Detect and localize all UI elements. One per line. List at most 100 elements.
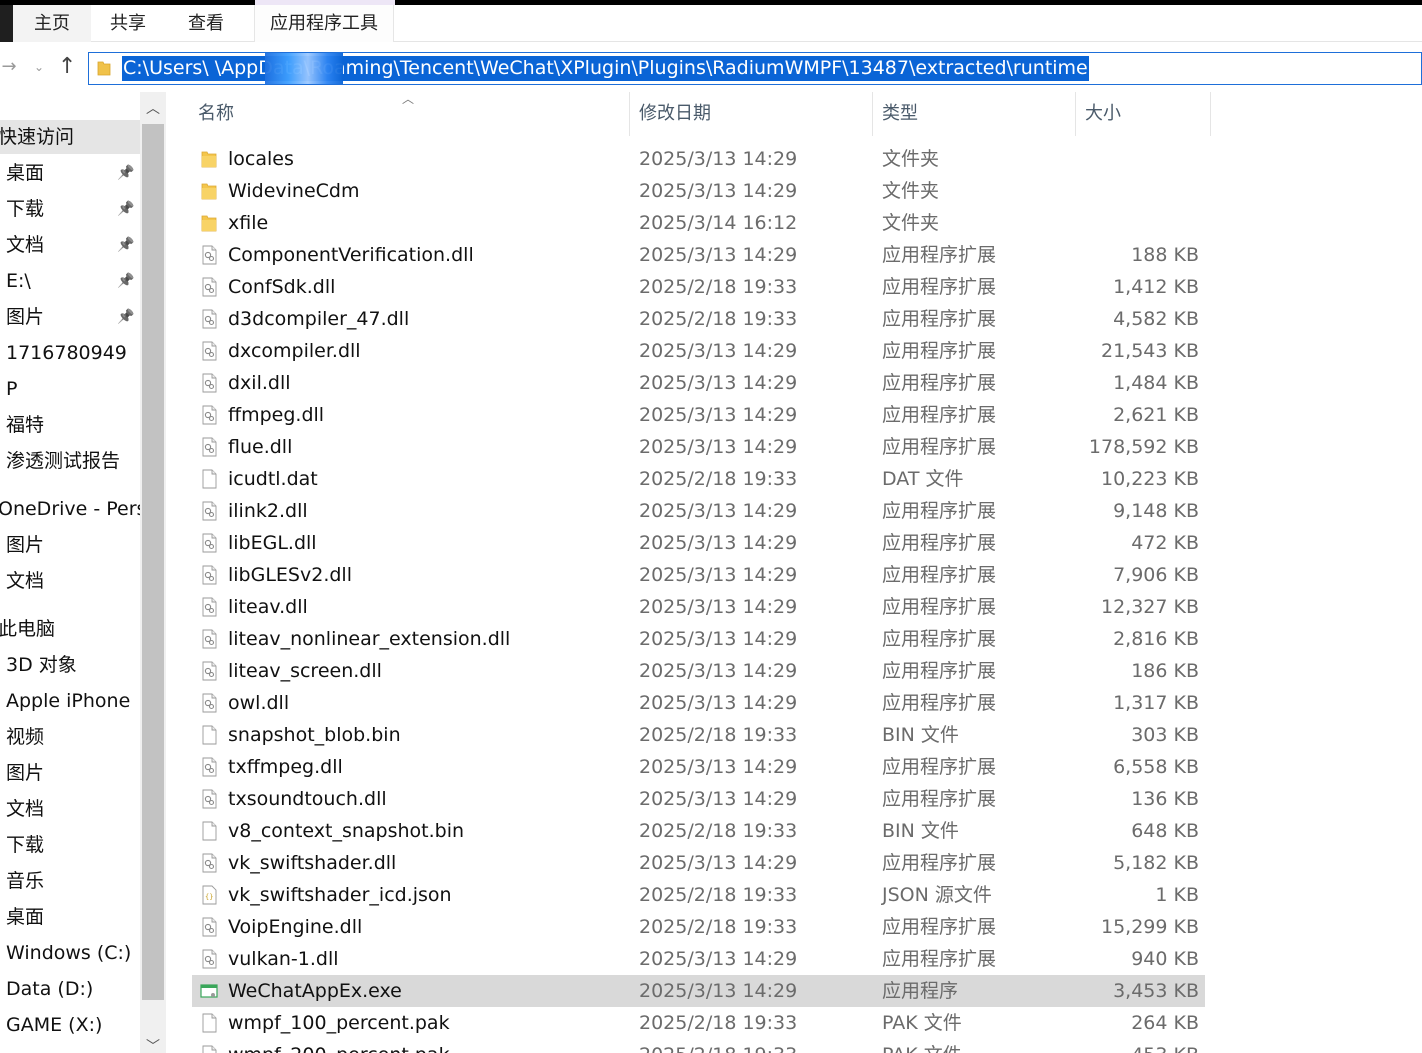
sidebar-item-label: 3D 对象 bbox=[6, 654, 77, 676]
file-row[interactable]: txffmpeg.dll 2025/3/13 14:29 应用程序扩展 6,558 K… bbox=[192, 751, 1205, 783]
sidebar-item[interactable]: Windows (C:) bbox=[0, 936, 140, 970]
column-header-type[interactable]: 类型 bbox=[882, 92, 918, 136]
pin-icon[interactable]: 📌 bbox=[117, 201, 134, 217]
sidebar-item[interactable]: Data (D:) bbox=[0, 972, 140, 1006]
file-list: ︿ 名称 修改日期 类型 大小 locales 2025/3/13 14:29 文件… bbox=[170, 92, 1422, 1053]
sidebar-item[interactable]: 渗透测试报告 bbox=[0, 444, 140, 478]
file-name: owl.dll bbox=[228, 692, 290, 714]
forward-arrow-icon[interactable]: → bbox=[0, 56, 18, 78]
file-row[interactable]: liteav_nonlinear_extension.dll 2025/3/13 … bbox=[192, 623, 1205, 655]
file-row[interactable]: ConfSdk.dll 2025/2/18 19:33 应用程序扩展 1,412 KB bbox=[192, 271, 1205, 303]
column-divider[interactable] bbox=[629, 92, 630, 136]
sidebar-item[interactable]: 下载 bbox=[0, 828, 140, 862]
column-divider[interactable] bbox=[1210, 92, 1211, 136]
file-row[interactable]: v8_context_snapshot.bin 2025/2/18 19:33 BI… bbox=[192, 815, 1205, 847]
sidebar-item-label: 图片 bbox=[6, 534, 45, 556]
sidebar-item[interactable]: 图片 bbox=[0, 756, 140, 790]
file-row[interactable]: ilink2.dll 2025/3/13 14:29 应用程序扩展 9,148 KB bbox=[192, 495, 1205, 527]
pin-icon[interactable]: 📌 bbox=[117, 165, 134, 181]
sidebar-item[interactable]: 下载 📌 bbox=[0, 192, 140, 226]
pin-icon[interactable]: 📌 bbox=[117, 309, 134, 325]
file-row[interactable]: libGLESv2.dll 2025/3/13 14:29 应用程序扩展 7,906 … bbox=[192, 559, 1205, 591]
file-row[interactable]: ComponentVerification.dll 2025/3/13 14:29… bbox=[192, 239, 1205, 271]
column-divider[interactable] bbox=[872, 92, 873, 136]
dll-icon bbox=[200, 757, 218, 777]
dll-icon bbox=[200, 533, 218, 553]
recent-locations-chevron-icon[interactable]: ⌄ bbox=[30, 56, 48, 78]
sidebar-item[interactable]: 图片 📌 bbox=[0, 300, 140, 334]
sidebar-item[interactable]: E:\ 📌 bbox=[0, 264, 140, 298]
sidebar-item[interactable]: 文档 bbox=[0, 792, 140, 826]
sidebar-item[interactable]: 快速访问 bbox=[0, 120, 140, 154]
scroll-down-arrow-icon[interactable]: ﹀ bbox=[140, 1032, 166, 1053]
column-divider[interactable] bbox=[1075, 92, 1076, 136]
file-row[interactable]: locales 2025/3/13 14:29 文件夹 bbox=[192, 143, 1205, 175]
file-tab-edge[interactable] bbox=[0, 5, 13, 42]
file-row[interactable]: wmpf_200_percent.pak 2025/2/18 19:33 PAK 文… bbox=[192, 1039, 1205, 1053]
file-size: 3,453 KB bbox=[1113, 980, 1199, 1002]
navigation-scrollbar-thumb[interactable] bbox=[142, 124, 164, 1000]
file-date: 2025/3/13 14:29 bbox=[639, 436, 798, 458]
scroll-up-arrow-icon[interactable]: ︿ bbox=[140, 94, 166, 124]
file-row[interactable]: d3dcompiler_47.dll 2025/2/18 19:33 应用程序扩展 4… bbox=[192, 303, 1205, 335]
file-row[interactable]: dxil.dll 2025/3/13 14:29 应用程序扩展 1,484 KB bbox=[192, 367, 1205, 399]
file-row[interactable]: vk_swiftshader.dll 2025/3/13 14:29 应用程序扩展 5… bbox=[192, 847, 1205, 879]
file-row[interactable]: VoipEngine.dll 2025/2/18 19:33 应用程序扩展 15,29… bbox=[192, 911, 1205, 943]
sidebar-item[interactable]: 文档 📌 bbox=[0, 228, 140, 262]
file-row[interactable]: {} vk_swiftshader_icd.json 2025/2/18 19:33… bbox=[192, 879, 1205, 911]
sidebar-item[interactable]: 图片 bbox=[0, 528, 140, 562]
file-row[interactable]: vulkan-1.dll 2025/3/13 14:29 应用程序扩展 940 KB bbox=[192, 943, 1205, 975]
file-name: icudtl.dat bbox=[228, 468, 318, 490]
sidebar-item[interactable]: P bbox=[0, 372, 140, 406]
file-type: PAK 文件 bbox=[882, 1012, 962, 1034]
sidebar-item[interactable]: 1716780949 bbox=[0, 336, 140, 370]
sidebar-item-label: 渗透测试报告 bbox=[6, 450, 121, 472]
sidebar-item[interactable]: OneDrive - Perso bbox=[0, 492, 140, 526]
file-row[interactable]: WeChatAppEx.exe 2025/3/13 14:29 应用程序 3,453 … bbox=[192, 975, 1205, 1007]
file-row[interactable]: snapshot_blob.bin 2025/2/18 19:33 BIN 文件 30… bbox=[192, 719, 1205, 751]
file-row[interactable]: flue.dll 2025/3/13 14:29 应用程序扩展 178,592 KB bbox=[192, 431, 1205, 463]
sidebar-item[interactable]: 福特 bbox=[0, 408, 140, 442]
file-row[interactable]: wmpf_100_percent.pak 2025/2/18 19:33 PAK 文… bbox=[192, 1007, 1205, 1039]
svg-text:{}: {} bbox=[205, 893, 213, 901]
sidebar-item-label: Apple iPhone bbox=[6, 690, 131, 712]
file-row[interactable]: txsoundtouch.dll 2025/3/13 14:29 应用程序扩展 136… bbox=[192, 783, 1205, 815]
file-row[interactable]: dxcompiler.dll 2025/3/13 14:29 应用程序扩展 21,54… bbox=[192, 335, 1205, 367]
address-bar[interactable]: C:\Users\ \AppData\Roaming\Tencent\WeCha… bbox=[88, 52, 1422, 85]
dll-icon bbox=[200, 597, 218, 617]
file-row[interactable]: ffmpeg.dll 2025/3/13 14:29 应用程序扩展 2,621 KB bbox=[192, 399, 1205, 431]
tab-share[interactable]: 共享 bbox=[96, 5, 160, 42]
tab-home[interactable]: 主页 bbox=[13, 5, 91, 42]
file-row[interactable]: xfile 2025/3/14 16:12 文件夹 bbox=[192, 207, 1205, 239]
sidebar-item[interactable]: GAME (X:) bbox=[0, 1008, 140, 1042]
file-name: txsoundtouch.dll bbox=[228, 788, 387, 810]
sidebar-item[interactable]: 视频 bbox=[0, 720, 140, 754]
file-row[interactable]: owl.dll 2025/3/13 14:29 应用程序扩展 1,317 KB bbox=[192, 687, 1205, 719]
sidebar-item[interactable]: Apple iPhone bbox=[0, 684, 140, 718]
tab-application-tools[interactable]: 应用程序工具 bbox=[254, 0, 395, 42]
sidebar-item[interactable]: 桌面 bbox=[0, 900, 140, 934]
sidebar-item[interactable]: 此电脑 bbox=[0, 612, 140, 646]
dll-icon bbox=[200, 341, 218, 361]
sidebar-item[interactable]: 文档 bbox=[0, 564, 140, 598]
file-row[interactable]: icudtl.dat 2025/2/18 19:33 DAT 文件 10,223 KB bbox=[192, 463, 1205, 495]
file-row[interactable]: liteav.dll 2025/3/13 14:29 应用程序扩展 12,327 KB bbox=[192, 591, 1205, 623]
dll-icon bbox=[200, 277, 218, 297]
column-header-date[interactable]: 修改日期 bbox=[639, 92, 711, 136]
column-header-name[interactable]: 名称 bbox=[198, 92, 234, 136]
sidebar-item[interactable]: 3D 对象 bbox=[0, 648, 140, 682]
sidebar-item[interactable]: 音乐 bbox=[0, 864, 140, 898]
address-row: → ⌄ ↑ C:\Users\ \AppData\Roaming\Tencent… bbox=[0, 42, 1422, 92]
column-header-size[interactable]: 大小 bbox=[1085, 92, 1121, 136]
file-row[interactable]: WidevineCdm 2025/3/13 14:29 文件夹 bbox=[192, 175, 1205, 207]
file-name: libEGL.dll bbox=[228, 532, 317, 554]
up-arrow-icon[interactable]: ↑ bbox=[58, 56, 76, 78]
file-row[interactable]: liteav_screen.dll 2025/3/13 14:29 应用程序扩展 18… bbox=[192, 655, 1205, 687]
file-date: 2025/3/13 14:29 bbox=[639, 404, 798, 426]
pin-icon[interactable]: 📌 bbox=[117, 273, 134, 289]
tab-view[interactable]: 查看 bbox=[172, 5, 240, 42]
dll-icon bbox=[200, 405, 218, 425]
pin-icon[interactable]: 📌 bbox=[117, 237, 134, 253]
sidebar-item[interactable]: 桌面 📌 bbox=[0, 156, 140, 190]
file-row[interactable]: libEGL.dll 2025/3/13 14:29 应用程序扩展 472 KB bbox=[192, 527, 1205, 559]
